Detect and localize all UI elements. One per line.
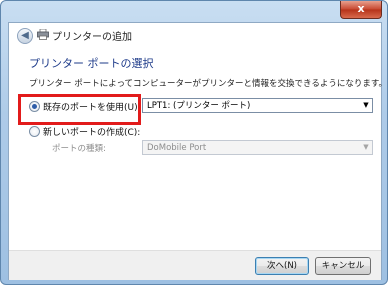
dialog-content: ◀ プリンターの追加 プリンター ポートの選択 プリンター ポートによってコンピ…	[8, 22, 387, 280]
new-port-radio[interactable]	[29, 126, 40, 137]
new-port-label[interactable]: 新しいポートの作成(C):	[43, 125, 140, 138]
back-arrow-icon[interactable]: ◀	[17, 28, 33, 44]
close-button[interactable]: x	[340, 1, 382, 19]
chevron-down-icon: ▼	[363, 101, 369, 109]
port-type-value: DoMobile Port	[147, 143, 207, 153]
add-printer-window: x ◀ プリンターの追加 プリンター ポートの選択 プリンター ポートによってコ…	[0, 0, 388, 285]
button-bar: 次へ(N) キャンセル	[9, 250, 381, 280]
title-bar: x	[1, 1, 387, 21]
printer-icon	[37, 29, 49, 40]
port-type-label: ポートの種類:	[52, 144, 106, 154]
next-button[interactable]: 次へ(N)	[255, 257, 309, 275]
cancel-button[interactable]: キャンセル	[315, 257, 371, 275]
port-type-select[interactable]: DoMobile Port ▼	[142, 140, 373, 155]
chevron-down-icon: ▼	[363, 143, 369, 151]
annotation-highlight-box	[18, 94, 141, 125]
close-icon: x	[357, 2, 365, 15]
existing-port-value: LPT1: (プリンター ポート)	[147, 101, 251, 111]
page-description: プリンター ポートによってコンピューターがプリンターと情報を交換できるようになり…	[29, 79, 388, 89]
page-heading: プリンター ポートの選択	[29, 57, 154, 70]
window-title: プリンターの追加	[52, 32, 132, 43]
existing-port-select[interactable]: LPT1: (プリンター ポート) ▼	[142, 98, 373, 113]
